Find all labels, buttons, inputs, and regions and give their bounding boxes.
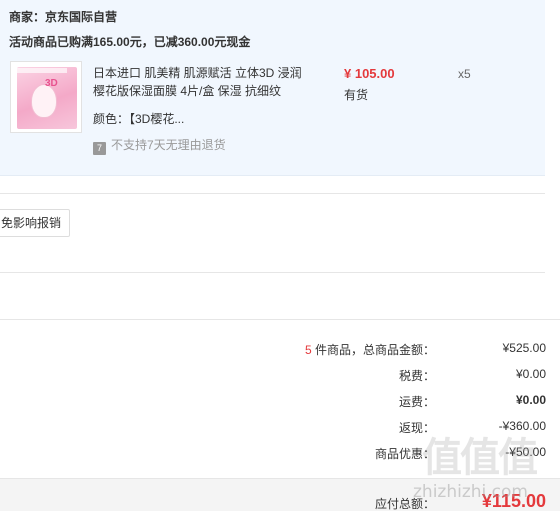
package-top-band [15,68,67,73]
return-policy-icon: 7 [93,142,106,155]
goods-total-value: ¥525.00 [502,341,546,355]
mask-face-image [31,84,57,118]
promo-text: 活动商品已购满165.00元，已减360.00元现金 [9,35,251,49]
product-title[interactable]: 日本进口 肌美精 肌源赋活 立体3D 浸润樱花版保湿面膜 4片/盒 保湿 抗细纹 [93,64,313,100]
goods-count-label: 5 件商品，总商品金额： [305,341,435,358]
package-3d-label: 3D [45,78,58,89]
goods-count: 5 [304,343,312,357]
return-policy-text: 不支持7天无理由退货 [111,138,226,152]
merchant-name[interactable]: 商家：京东国际自营 [9,8,117,25]
order-panel: 商家：京东国际自营 活动商品已购满165.00元，已减360.00元现金 3D … [0,0,545,176]
product-thumbnail[interactable]: 3D [10,61,82,133]
invoice-button[interactable]: 免影响报销 [0,209,71,237]
divider [0,319,560,320]
watermark-url: zhizhizhi.com [413,482,528,502]
shipping-label: 运费： [398,395,435,409]
product-quantity: x5 [458,67,471,81]
tax-label: 税费： [398,369,435,383]
product-price: ¥ 105.00 [344,66,395,81]
divider [0,193,545,194]
stock-status: 有货 [344,88,369,102]
watermark-logo: 值值值 [422,436,538,480]
shipping-value: ¥0.00 [515,393,546,407]
return-policy: 7 不支持7天无理由退货 [93,136,226,155]
tax-value: ¥0.00 [515,367,546,381]
divider [0,272,545,273]
goods-count-text: 件商品，总商品金额： [311,343,435,357]
product-color: 颜色：【3D樱花... [93,112,185,126]
